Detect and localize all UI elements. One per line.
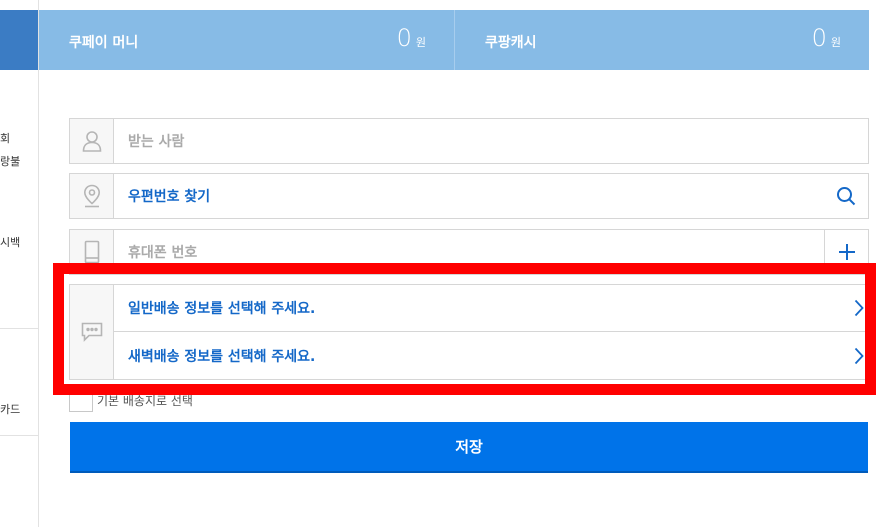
coupang-cash-balance: 쿠팡캐시 0 원 — [454, 10, 869, 70]
coupang-cash-amount: 0 원 — [812, 26, 841, 50]
chevron-right-icon — [854, 299, 864, 317]
phone-placeholder: 휴대폰 번호 — [128, 245, 198, 261]
default-address-label: 기본 배송지로 선택 — [97, 393, 193, 408]
coupang-cash-label: 쿠팡캐시 — [485, 35, 537, 51]
dawn-delivery-text: 새벽배송 정보를 선택해 주세요. — [128, 348, 316, 365]
location-pin-icon — [70, 174, 114, 218]
normal-delivery-text: 일반배송 정보를 선택해 주세요. — [128, 301, 316, 317]
chevron-right-icon — [854, 347, 864, 364]
default-address-option[interactable]: 기본 배송지로 선택 — [69, 388, 193, 412]
coupay-money-amount: 0 원 — [397, 26, 426, 50]
recipient-field[interactable]: 받는 사람 — [69, 118, 869, 164]
coupang-cash-unit: 원 — [830, 36, 841, 49]
recipient-placeholder: 받는 사람 — [128, 134, 185, 150]
coupay-money-balance: 쿠페이 머니 0 원 — [39, 10, 454, 70]
search-icon — [837, 187, 856, 206]
coupay-money-label: 쿠페이 머니 — [69, 35, 139, 51]
sidebar-item-2[interactable]: 랑불 — [0, 153, 20, 169]
coupay-money-value: 0 — [396, 24, 412, 52]
balance-header: 쿠페이 머니 0 원 쿠팡캐시 0 원 — [39, 10, 869, 70]
sidebar-item-3[interactable]: 시백 — [0, 234, 20, 250]
search-button[interactable] — [824, 174, 868, 218]
add-phone-button[interactable] — [824, 230, 868, 274]
phone-field[interactable]: 휴대폰 번호 — [69, 229, 869, 275]
sidebar-divider — [0, 328, 38, 329]
sidebar-item-4[interactable]: 카드 — [0, 401, 20, 417]
save-button[interactable]: 저장 — [70, 422, 868, 471]
coupang-cash-value: 0 — [811, 24, 827, 52]
zipcode-search-field[interactable]: 우편번호 찾기 — [69, 173, 869, 219]
sidebar: 회 랑불 시백 카드 — [0, 0, 39, 527]
sidebar-item-1[interactable]: 회 — [0, 130, 10, 146]
person-icon — [70, 119, 114, 163]
plus-icon — [838, 244, 855, 260]
normal-delivery-option[interactable]: 일반배송 정보를 선택해 주세요. — [114, 285, 868, 332]
default-address-checkbox[interactable] — [69, 388, 93, 412]
dawn-delivery-option[interactable]: 새벽배송 정보를 선택해 주세요. — [114, 332, 868, 379]
delivery-options: 일반배송 정보를 선택해 주세요. 새벽배송 정보를 선택해 주세요. — [69, 284, 869, 380]
speech-bubble-icon — [70, 285, 114, 379]
coupay-money-unit: 원 — [415, 36, 426, 49]
phone-icon — [70, 230, 114, 274]
sidebar-header — [0, 10, 38, 70]
sidebar-divider — [0, 435, 38, 436]
zipcode-search-link[interactable]: 우편번호 찾기 — [128, 186, 210, 206]
